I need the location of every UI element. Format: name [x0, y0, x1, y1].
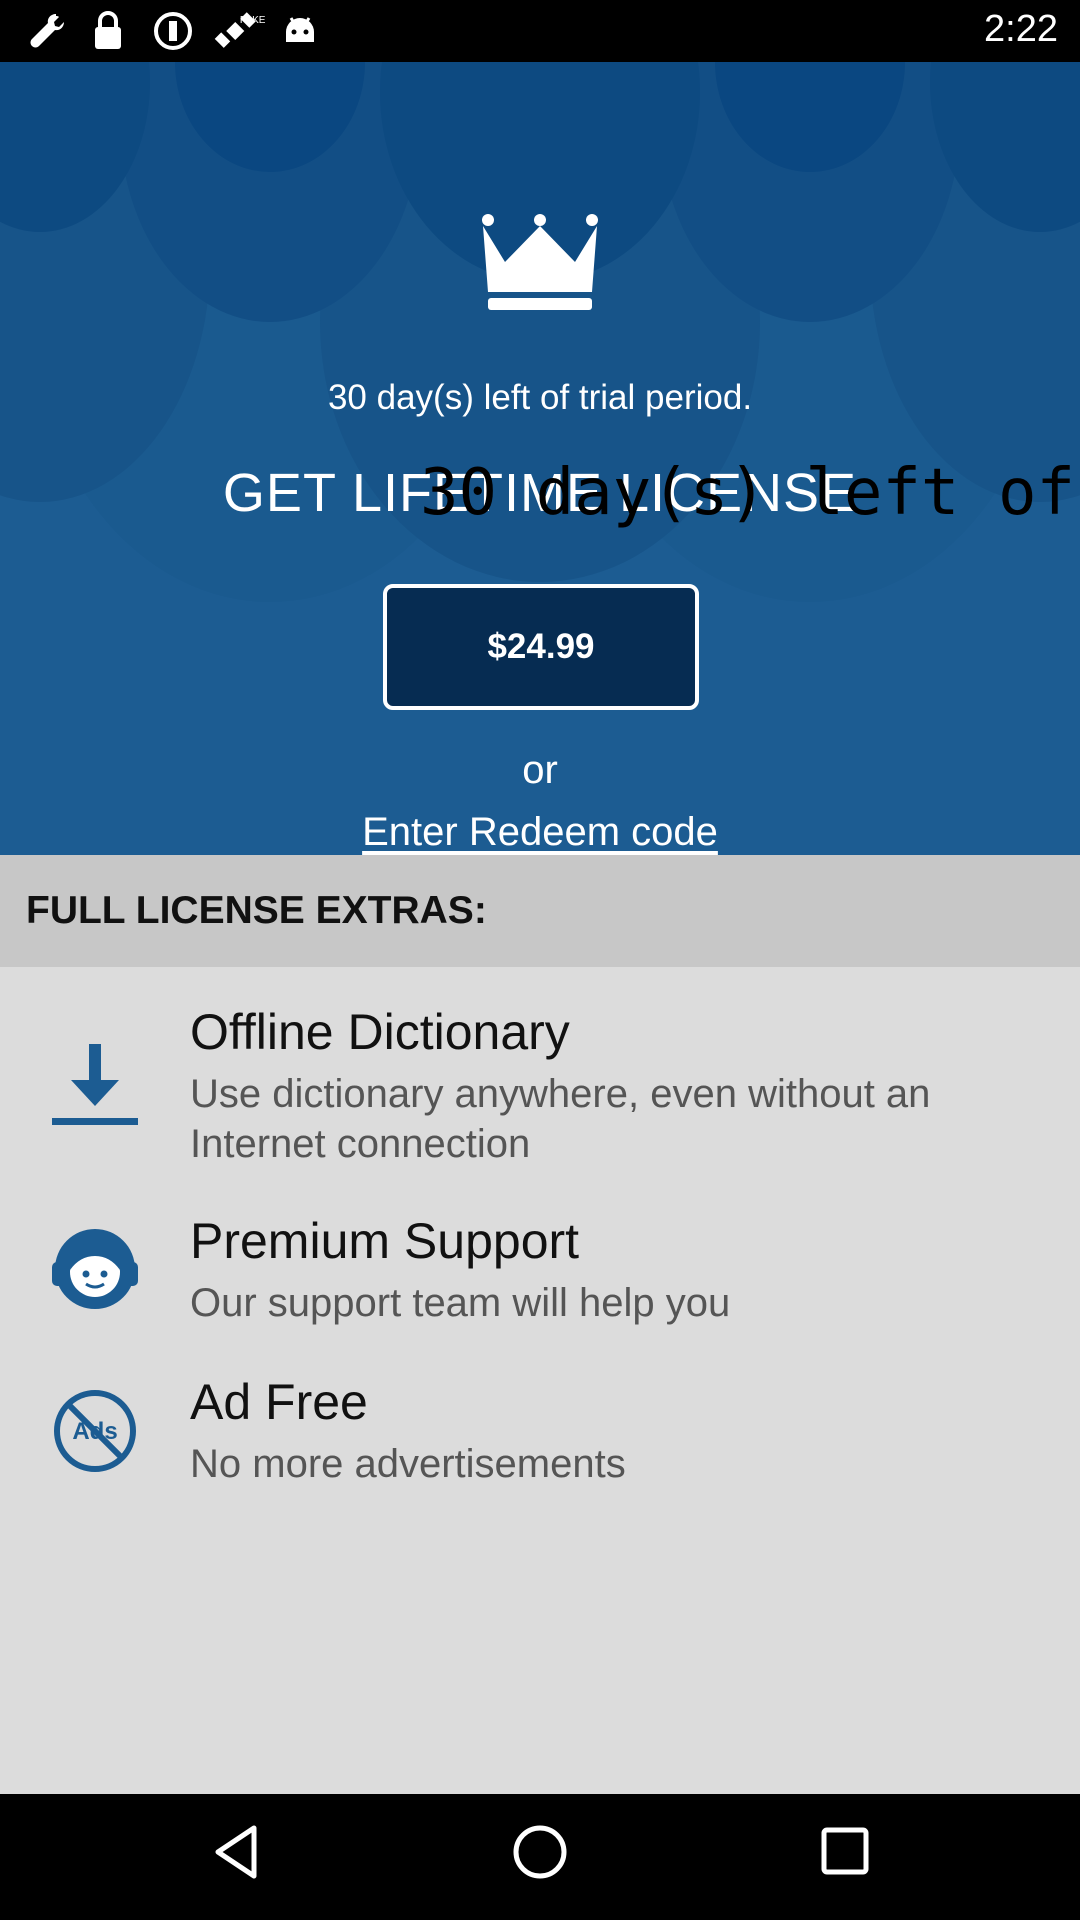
- crown-icon: [482, 214, 598, 310]
- redeem-code-link-row: Enter Redeem code: [0, 810, 1080, 855]
- upgrade-hero: 30 day(s) left of trial period. GET LIFE…: [0, 62, 1080, 855]
- info-circle-icon: [154, 12, 192, 50]
- price-label: $24.99: [487, 627, 595, 666]
- buy-lifetime-license-button[interactable]: $24.99: [383, 584, 699, 710]
- wrench-icon: [30, 14, 64, 48]
- system-navigation-bar: [0, 1794, 1080, 1920]
- recents-icon[interactable]: [818, 1822, 870, 1882]
- fake-gps-satellite-icon: FAKE: [214, 12, 266, 48]
- feature-description: Use dictionary anywhere, even without an…: [190, 1072, 931, 1166]
- svg-text:Ads: Ads: [72, 1418, 117, 1445]
- svg-text:FAKE: FAKE: [240, 15, 266, 26]
- or-separator: or: [522, 748, 558, 792]
- extras-header-title: FULL LICENSE EXTRAS:: [26, 889, 487, 932]
- download-icon: [52, 1044, 138, 1125]
- android-icon: [286, 17, 314, 42]
- back-icon[interactable]: [210, 1822, 262, 1882]
- no-ads-icon: Ads: [54, 1390, 136, 1472]
- trial-period-text: 30 day(s) left of trial period.: [327, 378, 753, 417]
- lock-icon: [95, 11, 121, 49]
- feature-description: No more advertisements: [190, 1442, 626, 1486]
- support-agent-icon: [52, 1229, 138, 1309]
- status-bar: FAKE 2:22: [0, 0, 1080, 62]
- feature-description: Our support team will help you: [190, 1281, 731, 1325]
- overlay-trial-text: 30 day(s) left of tr: [420, 456, 1080, 530]
- feature-title: Offline Dictionary: [190, 1004, 570, 1060]
- feature-title: Ad Free: [190, 1374, 368, 1430]
- extras-section-header: FULL LICENSE EXTRAS:: [0, 855, 1080, 967]
- feature-title: Premium Support: [190, 1213, 580, 1269]
- clock: 2:22: [984, 8, 1058, 50]
- enter-redeem-code-link[interactable]: Enter Redeem code: [362, 810, 718, 854]
- home-icon[interactable]: [510, 1822, 570, 1882]
